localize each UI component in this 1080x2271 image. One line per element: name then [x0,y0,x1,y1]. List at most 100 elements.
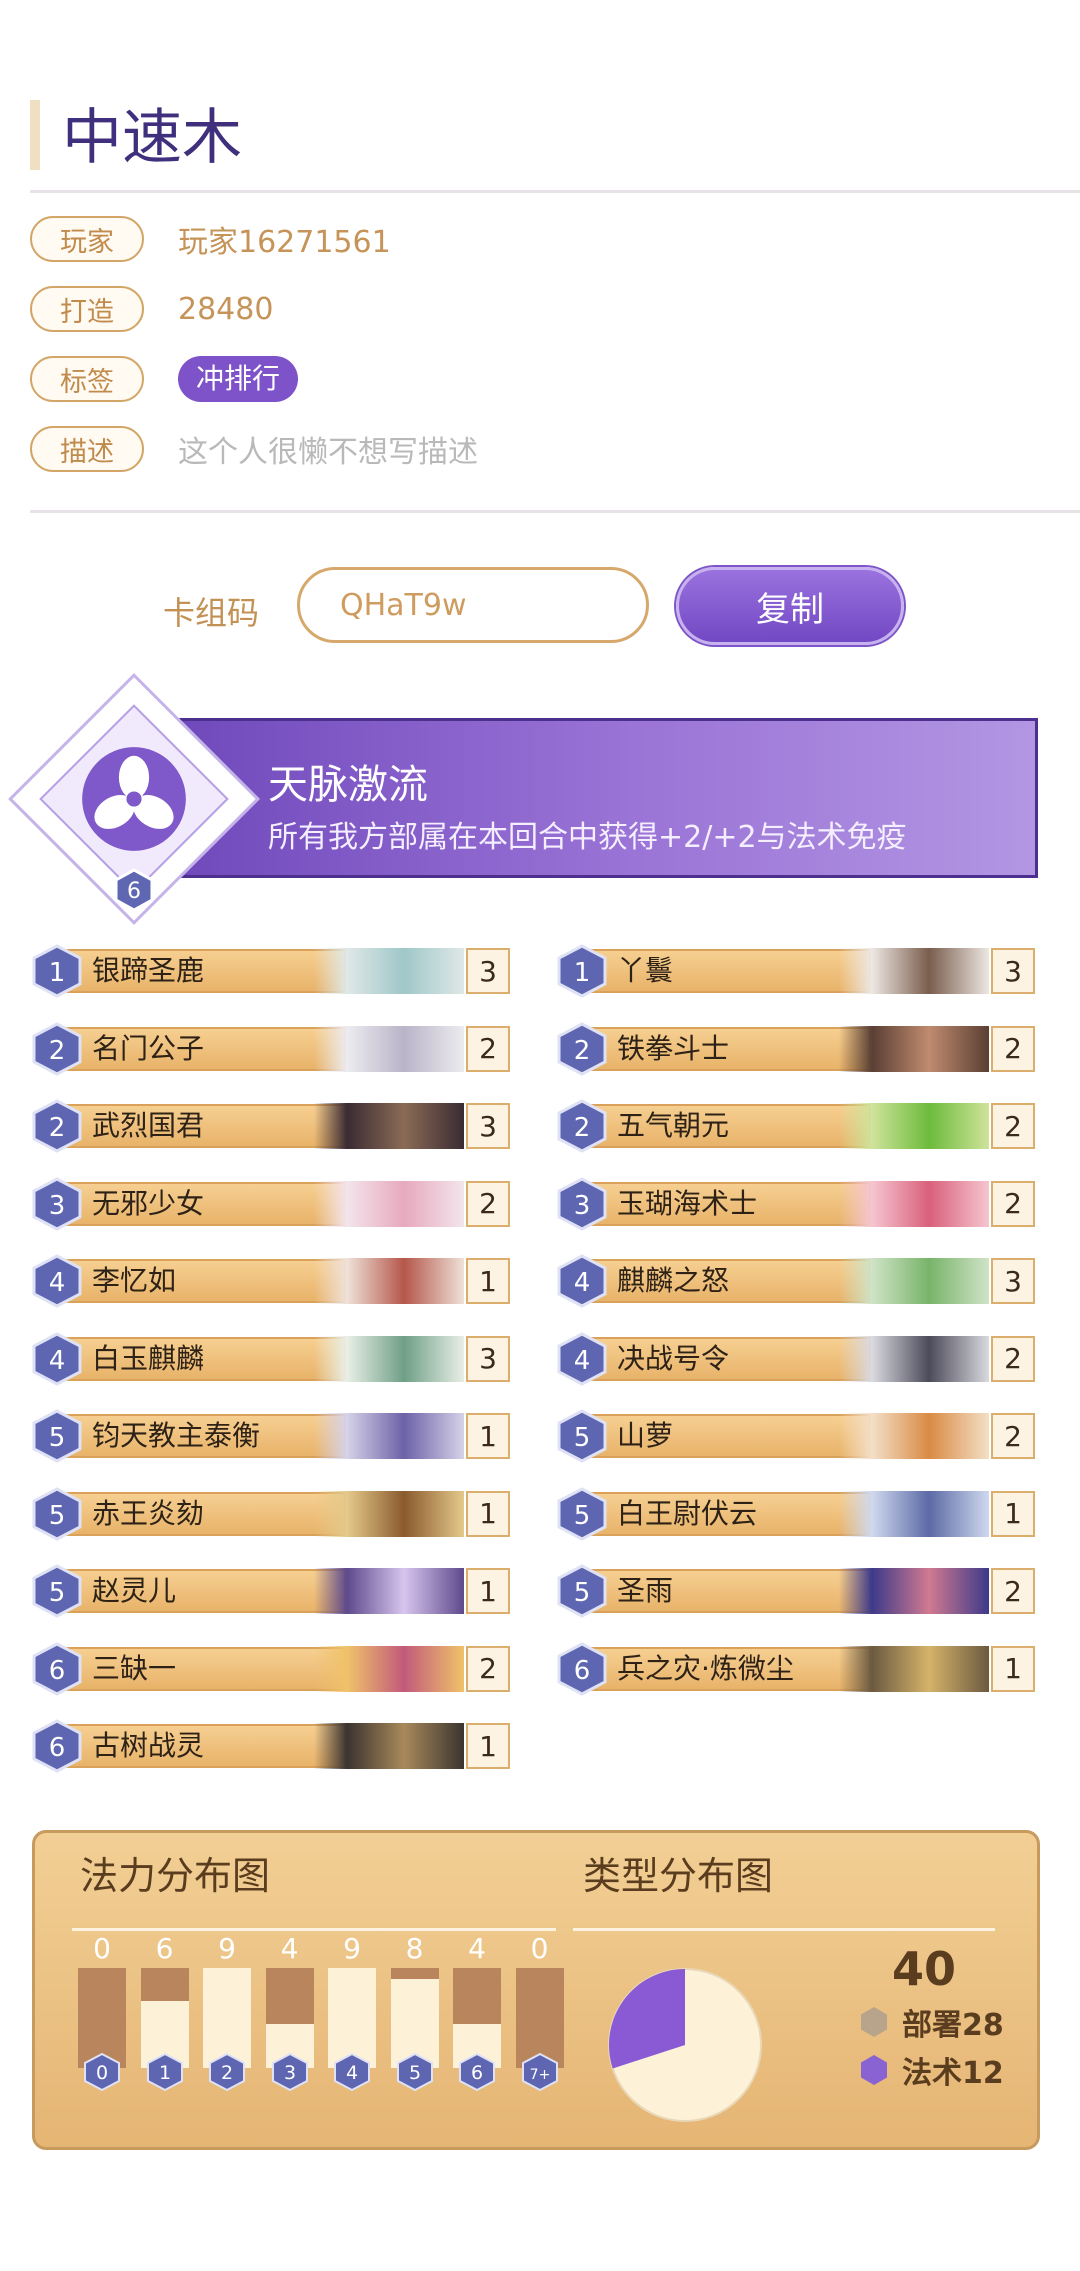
card-count: 3 [466,1335,510,1382]
card-name: 山萝 [617,1419,674,1452]
mana-cost-label: 6 [471,2062,483,2084]
card-portrait [839,1568,989,1614]
card-row[interactable]: 5 赵灵儿 1 [30,1564,512,1618]
cost-hex-icon: 4 [32,1331,82,1386]
card-portrait [839,1335,989,1382]
card-count: 1 [466,1723,510,1769]
card-portrait [839,1180,989,1227]
mana-cost-hex-icon: 4 [334,2052,370,2092]
card-count: 2 [991,1103,1035,1149]
card-row[interactable]: 3 无邪少女 2 [30,1176,512,1231]
cost-hex-icon: 4 [557,1254,607,1308]
card-cost: 3 [574,1191,591,1221]
card-cost: 2 [49,1113,66,1143]
card-row[interactable]: 6 古树战灵 1 [30,1719,512,1773]
card-name: 圣雨 [617,1574,674,1607]
mana-bar-value: 9 [218,1932,236,1965]
cost-hex-icon: 2 [557,1099,607,1153]
card-name: 武烈国君 [92,1109,205,1142]
card-row[interactable]: 4 白玉麒麟 3 [30,1331,512,1386]
card-cost: 2 [49,1036,66,1066]
mana-title-underline [72,1928,556,1931]
card-name: 无邪少女 [92,1186,205,1220]
card-count: 2 [991,1180,1035,1227]
card-row[interactable]: 5 圣雨 2 [555,1564,1037,1618]
mana-bar-value: 4 [468,1932,486,1965]
mana-cost-hex-icon: 7+ [521,2052,558,2092]
card-row[interactable]: 5 钧天教主泰衡 1 [30,1409,512,1463]
card-row[interactable]: 1 丫鬟 3 [555,944,1037,998]
mana-cost-label: 1 [158,2062,170,2084]
player-name[interactable]: 玩家16271561 [178,217,391,261]
card-row[interactable]: 4 决战号令 2 [555,1331,1037,1386]
cost-hex-icon: 6 [32,1641,82,1696]
cost-hex-icon: 3 [32,1176,82,1231]
mana-cost-label: 0 [96,2062,108,2084]
mana-cost-hex-icon: 2 [209,2052,245,2092]
legend-deploy-label: 部署28 [902,2008,1004,2043]
card-cost: 4 [49,1346,66,1376]
card-row[interactable]: 1 银蹄圣鹿 3 [30,944,512,998]
card-portrait [314,1568,464,1614]
card-count: 2 [991,1335,1035,1382]
card-name: 白玉麒麟 [92,1341,205,1375]
type-title-underline [573,1928,995,1931]
info-divider [30,510,1080,513]
card-portrait [314,1335,464,1382]
card-name: 赤王炎劾 [92,1496,205,1530]
card-row[interactable]: 4 李忆如 1 [30,1254,512,1308]
card-name: 名门公子 [92,1031,205,1065]
card-count: 1 [466,1413,510,1459]
mana-cost-hex-icon: 6 [459,2052,495,2092]
card-row[interactable]: 4 麒麟之怒 3 [555,1254,1037,1308]
info-label: 描述 [30,426,144,472]
card-portrait [314,1025,464,1072]
trefoil-emblem-icon [82,747,186,851]
deck-code-field[interactable] [297,567,649,643]
card-row[interactable]: 2 武烈国君 3 [30,1099,512,1153]
card-count: 1 [991,1645,1035,1692]
cost-hex-icon: 5 [557,1486,607,1541]
cost-hex-icon: 5 [557,1409,607,1463]
card-row[interactable]: 5 白王尉伏云 1 [555,1486,1037,1541]
legend-spell: 法术12 [858,2048,1004,2092]
description-text: 这个人很懒不想写描述 [178,435,478,470]
card-row[interactable]: 6 三缺一 2 [30,1641,512,1696]
card-count: 3 [466,1103,510,1149]
cost-hex-icon: 5 [32,1409,82,1463]
cost-hex-icon: 4 [557,1331,607,1386]
mana-bar-value: 0 [93,1932,111,1965]
card-row[interactable]: 5 山萝 2 [555,1409,1037,1463]
info-label: 玩家 [30,216,144,262]
card-row[interactable]: 5 赤王炎劾 1 [30,1486,512,1541]
card-name: 决战号令 [617,1341,730,1375]
card-count: 1 [466,1490,510,1537]
card-count: 3 [466,948,510,994]
cost-hex-icon: 2 [557,1021,607,1076]
info-label: 标签 [30,356,144,402]
card-row[interactable]: 2 铁拳斗士 2 [555,1021,1037,1076]
card-cost: 6 [574,1656,591,1686]
card-portrait [314,1258,464,1304]
card-name: 银蹄圣鹿 [92,954,205,987]
card-portrait [839,1413,989,1459]
mana-cost-hex-icon: 0 [84,2052,120,2092]
card-name: 兵之灾·炼微尘 [617,1651,794,1685]
spell-hex-icon [861,2055,887,2085]
card-row[interactable]: 2 五气朝元 2 [555,1099,1037,1153]
deck-title: 中速木 [62,103,242,173]
banner-title: 天脉激流 [268,762,428,808]
card-row[interactable]: 6 兵之灾·炼微尘 1 [555,1641,1037,1696]
card-cost: 4 [574,1268,591,1298]
title-accent-bar [30,100,40,170]
card-portrait [314,1103,464,1149]
card-portrait [839,1103,989,1149]
card-portrait [314,1645,464,1692]
card-row[interactable]: 3 玉瑚海术士 2 [555,1176,1037,1231]
legend-spell-label: 法术12 [902,2056,1004,2091]
copy-button[interactable]: 复制 [676,567,904,645]
cost-hex-icon: 1 [557,944,607,998]
mana-bar-value: 8 [405,1932,424,1965]
card-row[interactable]: 2 名门公子 2 [30,1021,512,1076]
mana-bar-value: 6 [155,1932,174,1965]
